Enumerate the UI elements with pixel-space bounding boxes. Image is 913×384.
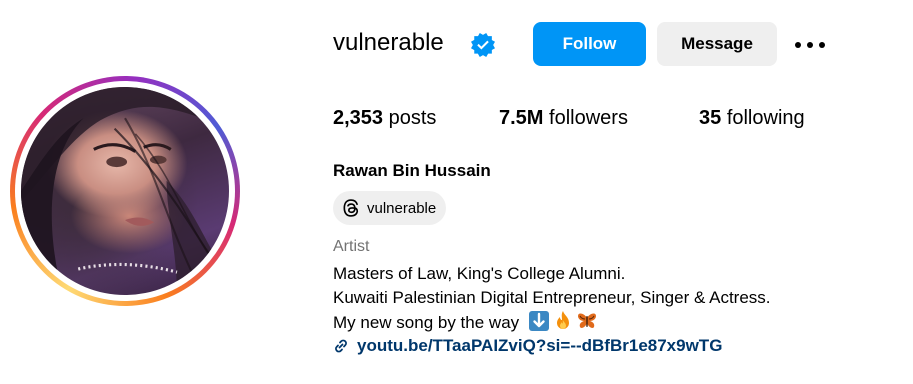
avatar-frame bbox=[15, 81, 235, 301]
threads-link-chip[interactable]: vulnerable bbox=[333, 191, 447, 225]
emoji-group bbox=[528, 310, 598, 332]
threads-icon bbox=[343, 199, 359, 217]
profile-full-name: Rawan Bin Hussain bbox=[333, 161, 491, 180]
profile-username: vulnerable bbox=[333, 29, 444, 56]
external-link[interactable]: youtu.be/TTaaPAIZviQ?si=--dBfBr1e87x9wTG bbox=[333, 336, 722, 356]
followers-count: 7.5M bbox=[499, 107, 544, 129]
followers-stat[interactable]: 7.5M followers bbox=[499, 107, 628, 130]
butterfly-emoji-icon bbox=[577, 313, 596, 328]
avatar-illustration bbox=[21, 87, 229, 295]
posts-stat: 2,353 posts bbox=[333, 107, 436, 130]
followers-label: followers bbox=[549, 107, 628, 129]
threads-chip-label: vulnerable bbox=[367, 199, 437, 217]
more-options-icon[interactable] bbox=[795, 38, 827, 52]
link-icon bbox=[335, 339, 347, 353]
bio-line-1: Masters of Law, King's College Alumni. bbox=[333, 264, 626, 283]
posts-label: posts bbox=[388, 107, 437, 129]
bio-line-2: Kuwaiti Palestinian Digital Entrepreneur… bbox=[333, 288, 771, 307]
profile-header: vulnerable Follow Message 2,353 posts 7.… bbox=[0, 0, 913, 384]
down-arrow-emoji-icon bbox=[528, 311, 549, 331]
following-count: 35 bbox=[699, 107, 722, 129]
follow-button[interactable]: Follow bbox=[533, 22, 646, 66]
avatar[interactable] bbox=[21, 87, 229, 295]
bio-line-3-text: My new song by the way bbox=[333, 313, 520, 332]
verified-badge-icon bbox=[471, 33, 495, 57]
message-button[interactable]: Message bbox=[657, 22, 777, 66]
dot bbox=[807, 42, 813, 48]
following-label: following bbox=[726, 107, 805, 129]
link-url[interactable]: youtu.be/TTaaPAIZviQ?si=--dBfBr1e87x9wTG bbox=[357, 336, 722, 356]
story-ring[interactable] bbox=[10, 76, 240, 306]
bio-line-3: My new song by the way bbox=[333, 310, 771, 335]
dot bbox=[819, 42, 825, 48]
profile-category: Artist bbox=[333, 238, 370, 255]
bio: Masters of Law, King's College Alumni. K… bbox=[333, 262, 771, 335]
fire-emoji-icon bbox=[556, 311, 569, 329]
posts-count: 2,353 bbox=[333, 107, 384, 129]
following-stat[interactable]: 35 following bbox=[699, 107, 805, 130]
dot bbox=[795, 42, 801, 48]
